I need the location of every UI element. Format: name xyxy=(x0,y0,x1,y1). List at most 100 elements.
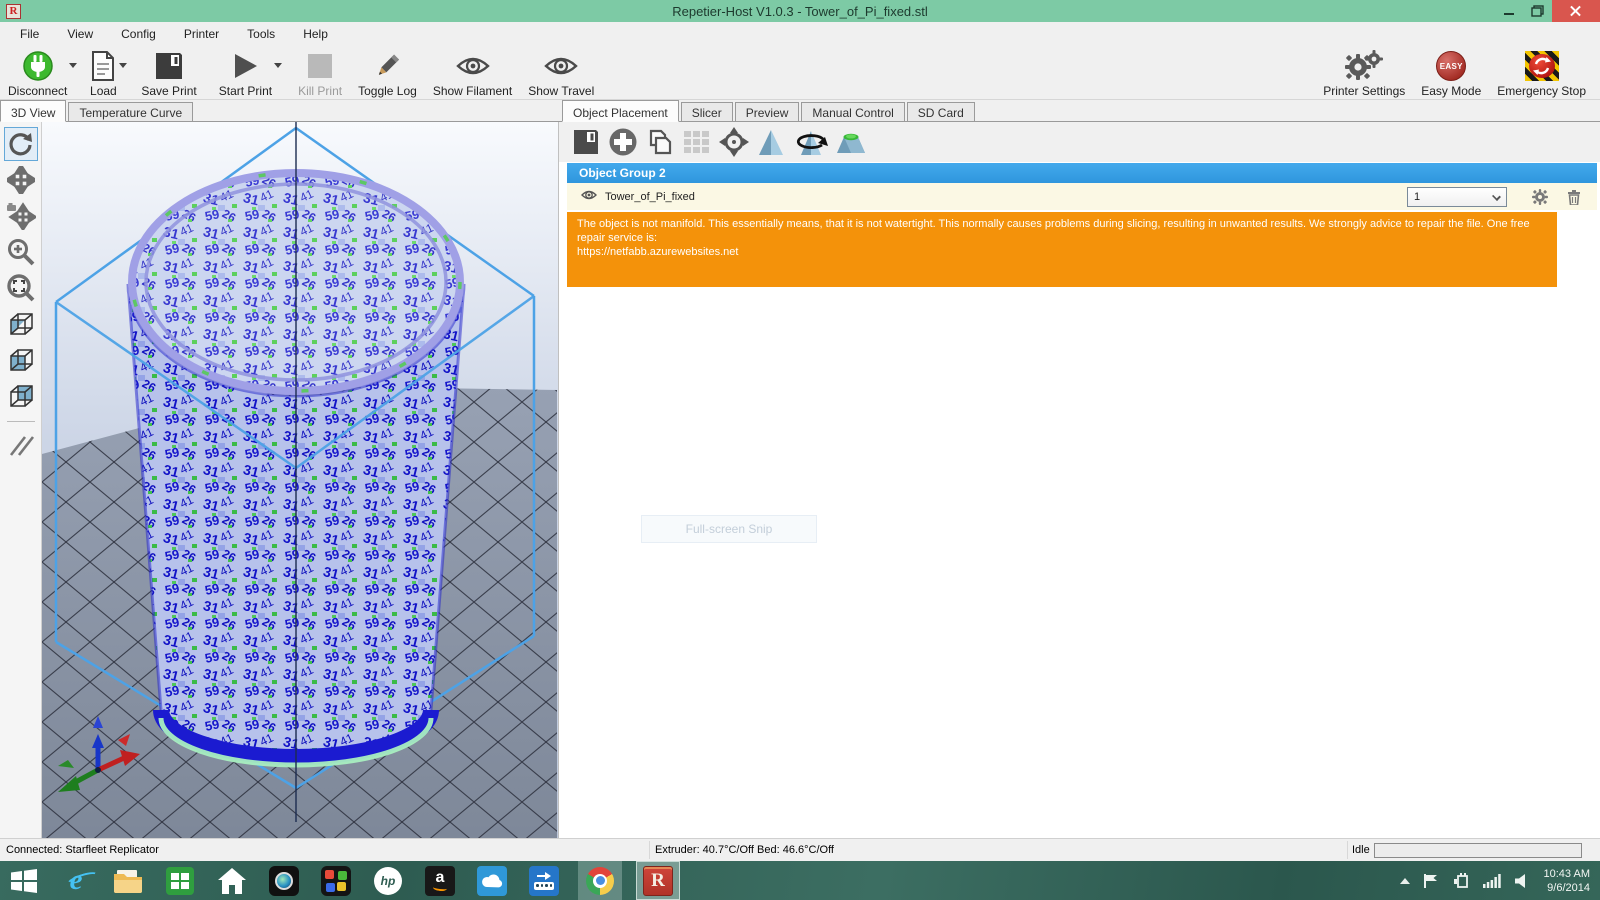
ghost-label: Full-screen Snip xyxy=(686,522,773,536)
restore-icon xyxy=(1531,5,1544,17)
load-dropdown-arrow[interactable] xyxy=(119,63,127,68)
show-travel-button[interactable]: Show Travel xyxy=(520,45,602,98)
tab-sd-card[interactable]: SD Card xyxy=(907,102,975,121)
taskbar-clock[interactable]: 10:43 AM 9/6/2014 xyxy=(1544,867,1590,895)
minimize-button[interactable] xyxy=(1494,0,1523,22)
cut-object-button[interactable] xyxy=(834,126,868,158)
3d-scene[interactable]: 31 41 59 26 xyxy=(42,122,558,838)
status-bar: Connected: Starfleet Replicator Extruder… xyxy=(0,838,1600,861)
scale-object-button[interactable] xyxy=(754,126,788,158)
taskbar-password-app[interactable] xyxy=(524,861,564,900)
rotate-object-button[interactable] xyxy=(791,126,831,158)
taskbar-hp-app[interactable]: hp xyxy=(368,861,408,900)
front-cube-icon xyxy=(7,346,35,374)
save-print-button[interactable]: Save Print xyxy=(133,45,204,98)
action-center-flag-icon[interactable] xyxy=(1423,873,1439,889)
view-tool-strip xyxy=(0,122,42,838)
save-object-button[interactable] xyxy=(569,126,603,158)
disconnect-dropdown-arrow[interactable] xyxy=(69,63,77,68)
taskbar-cloud-app[interactable] xyxy=(472,861,512,900)
crosshair-icon xyxy=(719,127,749,157)
toggle-log-label: Toggle Log xyxy=(358,84,417,98)
printer-settings-button[interactable]: Printer Settings xyxy=(1315,45,1413,98)
disconnect-button[interactable]: Disconnect xyxy=(0,45,75,98)
taskbar-media-app[interactable] xyxy=(264,861,304,900)
toggle-log-button[interactable]: Toggle Log xyxy=(350,45,425,98)
disconnect-plug-icon xyxy=(22,49,54,83)
visibility-eye-icon[interactable] xyxy=(581,189,597,204)
taskbar-file-explorer[interactable] xyxy=(108,861,148,900)
menu-view[interactable]: View xyxy=(53,24,107,44)
tab-temperature-curve[interactable]: Temperature Curve xyxy=(68,102,193,121)
load-button[interactable]: Load xyxy=(81,45,125,98)
isometric-view-tool[interactable] xyxy=(4,307,38,341)
load-label: Load xyxy=(90,84,117,98)
taskbar-chrome[interactable] xyxy=(578,861,622,900)
parallel-lines-icon xyxy=(7,431,35,459)
start-button[interactable] xyxy=(4,861,44,900)
front-view-tool[interactable] xyxy=(4,343,38,377)
menu-printer[interactable]: Printer xyxy=(170,24,233,44)
center-object-button[interactable] xyxy=(717,126,751,158)
tab-object-placement[interactable]: Object Placement xyxy=(562,100,679,122)
stop-square-icon xyxy=(307,49,333,83)
internet-explorer-icon: e xyxy=(70,864,83,897)
easy-mode-label: Easy Mode xyxy=(1421,84,1481,98)
restore-button[interactable] xyxy=(1523,0,1552,22)
object-settings-gear-icon[interactable] xyxy=(1529,189,1551,205)
taskbar-windows-store[interactable] xyxy=(160,861,200,900)
object-row[interactable]: Tower_of_Pi_fixed 1 xyxy=(567,183,1597,210)
move-object-tool[interactable] xyxy=(4,163,38,197)
taskbar-home-app[interactable] xyxy=(212,861,252,900)
back-cube-icon xyxy=(7,382,35,410)
copies-select[interactable]: 1 xyxy=(1407,187,1507,207)
tab-slicer[interactable]: Slicer xyxy=(681,102,733,121)
show-hidden-icons-button[interactable] xyxy=(1400,878,1410,884)
start-print-button[interactable]: Start Print xyxy=(211,45,280,98)
view-tab-bar: 3D View Temperature Curve xyxy=(0,100,558,122)
system-tray: 10:43 AM 9/6/2014 xyxy=(1387,867,1590,895)
add-object-button[interactable] xyxy=(606,126,640,158)
warning-link[interactable]: https://netfabb.azurewebsites.net xyxy=(577,245,1547,259)
disconnect-label: Disconnect xyxy=(8,84,67,98)
network-signal-icon[interactable] xyxy=(1483,874,1501,888)
load-file-icon xyxy=(89,49,117,83)
menu-tools[interactable]: Tools xyxy=(233,24,289,44)
zoom-fit-tool[interactable] xyxy=(4,271,38,305)
volume-speaker-icon[interactable] xyxy=(1514,873,1530,889)
parallel-projection-tool[interactable] xyxy=(4,428,38,462)
start-print-dropdown-arrow[interactable] xyxy=(274,63,282,68)
copy-object-button[interactable] xyxy=(643,126,677,158)
delete-object-trash-icon[interactable] xyxy=(1563,189,1585,205)
emergency-stop-button[interactable]: Emergency Stop xyxy=(1489,45,1594,98)
fullscreen-snip-ghost: Full-screen Snip xyxy=(641,515,817,543)
menu-help[interactable]: Help xyxy=(289,24,342,44)
menu-file[interactable]: File xyxy=(6,24,53,44)
power-plug-icon[interactable] xyxy=(1452,873,1470,889)
tab-manual-control[interactable]: Manual Control xyxy=(801,102,904,121)
menu-config[interactable]: Config xyxy=(107,24,170,44)
panel-tab-bar: Object Placement Slicer Preview Manual C… xyxy=(558,100,1600,122)
media-app-icon xyxy=(269,866,299,896)
tab-preview[interactable]: Preview xyxy=(735,102,800,121)
taskbar-photo-app[interactable] xyxy=(316,861,356,900)
hp-logo-icon: hp xyxy=(374,867,402,895)
cloud-icon xyxy=(477,866,507,896)
taskbar-internet-explorer[interactable]: e xyxy=(56,861,96,900)
zoom-tool[interactable] xyxy=(4,235,38,269)
taskbar-amazon[interactable]: a xyxy=(420,861,460,900)
gears-icon xyxy=(1344,49,1384,83)
object-group-header[interactable]: Object Group 2 xyxy=(567,163,1597,183)
show-filament-button[interactable]: Show Filament xyxy=(425,45,520,98)
kill-print-button: Kill Print xyxy=(290,45,350,98)
taskbar-repetier-host[interactable]: R xyxy=(636,861,680,900)
top-view-tool[interactable] xyxy=(4,379,38,413)
close-button[interactable] xyxy=(1552,0,1600,22)
rotate-view-tool[interactable] xyxy=(4,127,38,161)
easy-badge-text: EASY xyxy=(1440,62,1463,71)
move-viewpoint-tool[interactable] xyxy=(4,199,38,233)
save-print-label: Save Print xyxy=(141,84,196,98)
easy-mode-button[interactable]: EASY Easy Mode xyxy=(1413,45,1489,98)
autoposition-button[interactable] xyxy=(680,126,714,158)
tab-3d-view[interactable]: 3D View xyxy=(0,100,66,122)
